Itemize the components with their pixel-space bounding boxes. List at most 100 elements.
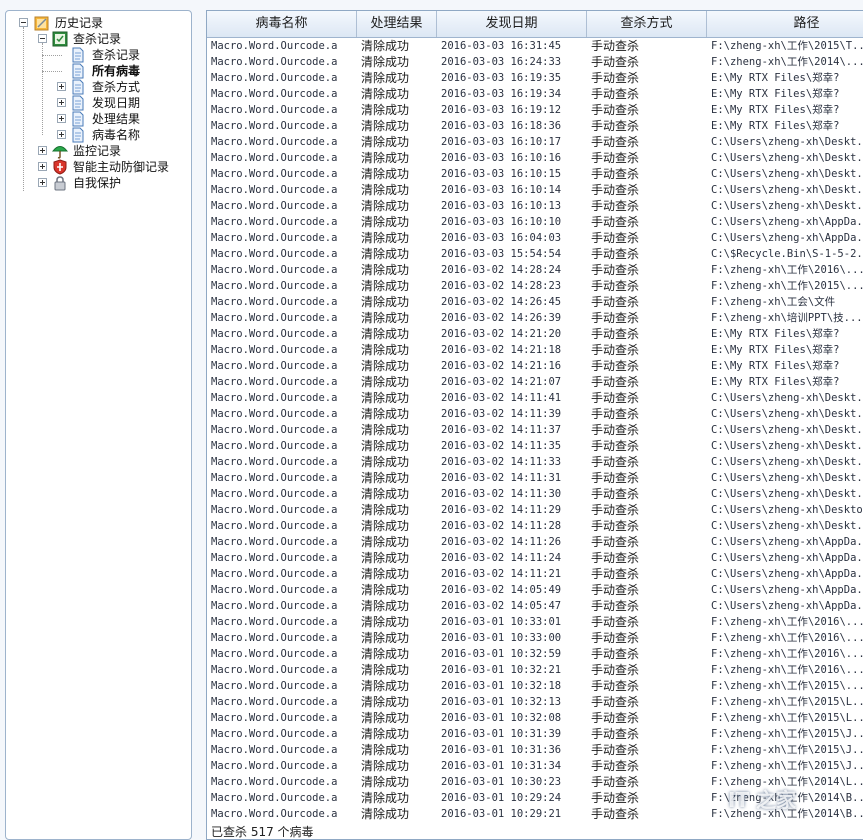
expand-toggle-icon[interactable] xyxy=(57,114,66,123)
column-header-result[interactable]: 处理结果 xyxy=(357,11,437,37)
table-row[interactable]: Macro.Word.Ourcode.a 清除成功 2016-03-03 16:31… xyxy=(207,38,863,54)
table-row[interactable]: Macro.Word.Ourcode.a 清除成功 2016-03-01 10:32… xyxy=(207,694,863,710)
cell-result: 清除成功 xyxy=(361,727,410,741)
table-row[interactable]: Macro.Word.Ourcode.a 清除成功 2016-03-02 14:11… xyxy=(207,406,863,422)
cell-path: F:\zheng-xh\工作\2016\... xyxy=(711,616,863,628)
table-row[interactable]: Macro.Word.Ourcode.a 清除成功 2016-03-03 16:19… xyxy=(207,86,863,102)
expand-toggle-icon[interactable] xyxy=(57,82,66,91)
table-row[interactable]: Macro.Word.Ourcode.a 清除成功 2016-03-03 16:10… xyxy=(207,166,863,182)
cell-virus-name: Macro.Word.Ourcode.a xyxy=(211,312,338,324)
cell-found-date: 2016-03-02 14:28:23 xyxy=(441,280,562,292)
table-row[interactable]: Macro.Word.Ourcode.a 清除成功 2016-03-02 14:05… xyxy=(207,598,863,614)
table-row[interactable]: Macro.Word.Ourcode.a 清除成功 2016-03-03 16:18… xyxy=(207,118,863,134)
table-row[interactable]: Macro.Word.Ourcode.a 清除成功 2016-03-02 14:11… xyxy=(207,518,863,534)
cell-path: C:\Users\zheng-xh\Deskt... xyxy=(711,520,863,532)
cell-scan-method: 手动查杀 xyxy=(591,359,640,373)
column-header-virus-name[interactable]: 病毒名称 xyxy=(207,11,357,37)
cell-result: 清除成功 xyxy=(361,647,410,661)
expand-toggle-icon[interactable] xyxy=(38,162,47,171)
cell-found-date: 2016-03-02 14:21:07 xyxy=(441,376,562,388)
column-header-scan-method[interactable]: 查杀方式 xyxy=(587,11,707,37)
cell-path: C:\Users\zheng-xh\AppDa... xyxy=(711,568,863,580)
cell-found-date: 2016-03-02 14:26:45 xyxy=(441,296,562,308)
cell-virus-name: Macro.Word.Ourcode.a xyxy=(211,504,338,516)
cell-scan-method: 手动查杀 xyxy=(591,439,640,453)
cell-scan-method: 手动查杀 xyxy=(591,503,640,517)
cell-path: C:\Users\zheng-xh\Deskt... xyxy=(711,488,863,500)
table-row[interactable]: Macro.Word.Ourcode.a 清除成功 2016-03-02 14:26… xyxy=(207,294,863,310)
cell-found-date: 2016-03-03 16:04:03 xyxy=(441,232,562,244)
table-row[interactable]: Macro.Word.Ourcode.a 清除成功 2016-03-02 14:21… xyxy=(207,374,863,390)
table-row[interactable]: Macro.Word.Ourcode.a 清除成功 2016-03-01 10:32… xyxy=(207,678,863,694)
collapse-toggle-icon[interactable] xyxy=(19,18,28,27)
cell-result: 清除成功 xyxy=(361,247,410,261)
cell-virus-name: Macro.Word.Ourcode.a xyxy=(211,376,338,388)
table-row[interactable]: Macro.Word.Ourcode.a 清除成功 2016-03-02 14:11… xyxy=(207,550,863,566)
cell-found-date: 2016-03-02 14:11:39 xyxy=(441,408,562,420)
table-row[interactable]: Macro.Word.Ourcode.a 清除成功 2016-03-03 16:10… xyxy=(207,198,863,214)
table-row[interactable]: Macro.Word.Ourcode.a 清除成功 2016-03-01 10:31… xyxy=(207,726,863,742)
cell-path: E:\My RTX Files\郑幸? xyxy=(711,376,840,388)
cell-scan-method: 手动查杀 xyxy=(591,295,640,309)
table-row[interactable]: Macro.Word.Ourcode.a 清除成功 2016-03-01 10:32… xyxy=(207,710,863,726)
table-row[interactable]: Macro.Word.Ourcode.a 清除成功 2016-03-03 16:19… xyxy=(207,102,863,118)
cell-path: F:\zheng-xh\工会\文件 xyxy=(711,296,836,308)
table-row[interactable]: Macro.Word.Ourcode.a 清除成功 2016-03-03 16:10… xyxy=(207,150,863,166)
cell-virus-name: Macro.Word.Ourcode.a xyxy=(211,648,338,660)
table-row[interactable]: Macro.Word.Ourcode.a 清除成功 2016-03-01 10:32… xyxy=(207,662,863,678)
table-row[interactable]: Macro.Word.Ourcode.a 清除成功 2016-03-02 14:11… xyxy=(207,454,863,470)
table-row[interactable]: Macro.Word.Ourcode.a 清除成功 2016-03-02 14:11… xyxy=(207,438,863,454)
expand-toggle-icon[interactable] xyxy=(57,130,66,139)
table-row[interactable]: Macro.Word.Ourcode.a 清除成功 2016-03-03 16:24… xyxy=(207,54,863,70)
table-row[interactable]: Macro.Word.Ourcode.a 清除成功 2016-03-02 14:21… xyxy=(207,326,863,342)
column-header-found-date[interactable]: 发现日期 xyxy=(437,11,587,37)
table-row[interactable]: Macro.Word.Ourcode.a 清除成功 2016-03-02 14:11… xyxy=(207,534,863,550)
cell-virus-name: Macro.Word.Ourcode.a xyxy=(211,232,338,244)
table-row[interactable]: Macro.Word.Ourcode.a 清除成功 2016-03-03 16:04… xyxy=(207,230,863,246)
cell-found-date: 2016-03-02 14:11:33 xyxy=(441,456,562,468)
table-row[interactable]: Macro.Word.Ourcode.a 清除成功 2016-03-02 14:26… xyxy=(207,310,863,326)
cell-scan-method: 手动查杀 xyxy=(591,567,640,581)
table-row[interactable]: Macro.Word.Ourcode.a 清除成功 2016-03-01 10:33… xyxy=(207,614,863,630)
table-row[interactable]: Macro.Word.Ourcode.a 清除成功 2016-03-02 14:28… xyxy=(207,278,863,294)
table-row[interactable]: Macro.Word.Ourcode.a 清除成功 2016-03-01 10:33… xyxy=(207,630,863,646)
table-row[interactable]: Macro.Word.Ourcode.a 清除成功 2016-03-02 14:05… xyxy=(207,582,863,598)
table-row[interactable]: Macro.Word.Ourcode.a 清除成功 2016-03-01 10:31… xyxy=(207,742,863,758)
virus-list-panel: 病毒名称 处理结果 发现日期 查杀方式 路径 Macro.Word.Ourcod… xyxy=(206,10,863,840)
table-row[interactable]: Macro.Word.Ourcode.a 清除成功 2016-03-02 14:11… xyxy=(207,470,863,486)
cell-virus-name: Macro.Word.Ourcode.a xyxy=(211,120,338,132)
cell-scan-method: 手动查杀 xyxy=(591,343,640,357)
collapse-toggle-icon[interactable] xyxy=(38,34,47,43)
expand-toggle-icon[interactable] xyxy=(38,146,47,155)
expand-toggle-icon[interactable] xyxy=(38,178,47,187)
table-row[interactable]: Macro.Word.Ourcode.a 清除成功 2016-03-03 16:10… xyxy=(207,214,863,230)
column-header-path[interactable]: 路径 xyxy=(707,11,863,37)
table-row[interactable]: Macro.Word.Ourcode.a 清除成功 2016-03-03 15:54… xyxy=(207,246,863,262)
cell-found-date: 2016-03-03 16:19:12 xyxy=(441,104,562,116)
table-row[interactable]: Macro.Word.Ourcode.a 清除成功 2016-03-02 14:21… xyxy=(207,358,863,374)
cell-path: F:\zheng-xh\工作\2016\... xyxy=(711,632,863,644)
cell-path: E:\My RTX Files\郑幸? xyxy=(711,88,840,100)
table-row[interactable]: Macro.Word.Ourcode.a 清除成功 2016-03-03 16:10… xyxy=(207,182,863,198)
table-row[interactable]: Macro.Word.Ourcode.a 清除成功 2016-03-02 14:28… xyxy=(207,262,863,278)
cell-result: 清除成功 xyxy=(361,407,410,421)
table-row[interactable]: Macro.Word.Ourcode.a 清除成功 2016-03-02 14:11… xyxy=(207,486,863,502)
cell-found-date: 2016-03-03 16:10:16 xyxy=(441,152,562,164)
table-row[interactable]: Macro.Word.Ourcode.a 清除成功 2016-03-01 10:31… xyxy=(207,758,863,774)
cell-found-date: 2016-03-01 10:32:21 xyxy=(441,664,562,676)
cell-virus-name: Macro.Word.Ourcode.a xyxy=(211,600,338,612)
expand-toggle-icon[interactable] xyxy=(57,98,66,107)
table-row[interactable]: Macro.Word.Ourcode.a 清除成功 2016-03-02 14:11… xyxy=(207,390,863,406)
table-row[interactable]: Macro.Word.Ourcode.a 清除成功 2016-03-02 14:11… xyxy=(207,502,863,518)
table-row[interactable]: Macro.Word.Ourcode.a 清除成功 2016-03-01 10:32… xyxy=(207,646,863,662)
cell-found-date: 2016-03-02 14:21:18 xyxy=(441,344,562,356)
cell-scan-method: 手动查杀 xyxy=(591,247,640,261)
cell-found-date: 2016-03-02 14:11:28 xyxy=(441,520,562,532)
cell-found-date: 2016-03-03 16:19:34 xyxy=(441,88,562,100)
document-icon xyxy=(72,47,84,63)
table-row[interactable]: Macro.Word.Ourcode.a 清除成功 2016-03-02 14:11… xyxy=(207,422,863,438)
table-row[interactable]: Macro.Word.Ourcode.a 清除成功 2016-03-03 16:10… xyxy=(207,134,863,150)
table-row[interactable]: Macro.Word.Ourcode.a 清除成功 2016-03-02 14:11… xyxy=(207,566,863,582)
table-row[interactable]: Macro.Word.Ourcode.a 清除成功 2016-03-02 14:21… xyxy=(207,342,863,358)
table-row[interactable]: Macro.Word.Ourcode.a 清除成功 2016-03-03 16:19… xyxy=(207,70,863,86)
